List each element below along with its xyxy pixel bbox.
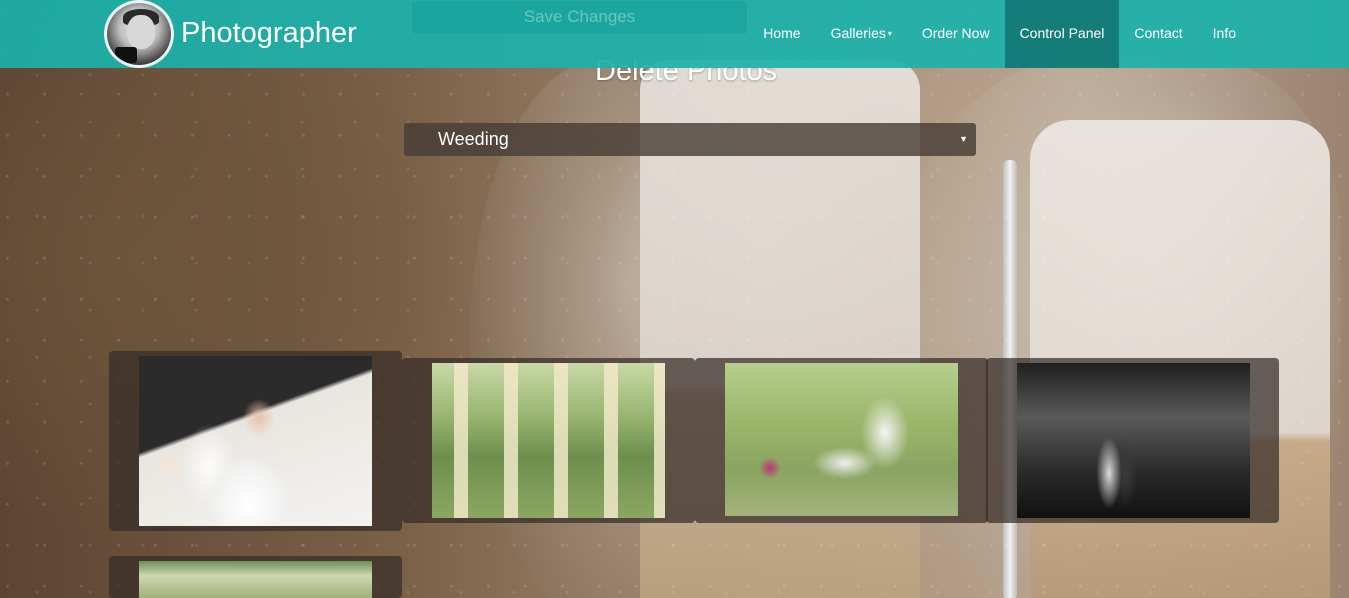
nav-item-galleries[interactable]: Galleries ▾	[816, 0, 907, 68]
nav-item-contact[interactable]: Contact	[1119, 0, 1197, 68]
photo-card[interactable]	[109, 556, 402, 598]
nav-item-home[interactable]: Home	[748, 0, 815, 68]
avatar[interactable]	[104, 0, 174, 68]
wedding-photo[interactable]	[139, 561, 372, 598]
gallery-select[interactable]: Weeding ▼	[404, 123, 976, 156]
nav-item-control-panel[interactable]: Control Panel	[1004, 0, 1120, 68]
caret-down-icon: ▾	[887, 29, 892, 39]
photo-card[interactable]	[109, 351, 402, 531]
photo-card[interactable]	[402, 358, 695, 523]
camera-icon	[115, 47, 137, 63]
main-nav: Home Galleries ▾ Order Now Control Panel …	[748, 0, 1251, 68]
photo-card[interactable]	[986, 358, 1279, 523]
nav-item-order-now[interactable]: Order Now	[907, 0, 1005, 68]
wedding-photo[interactable]	[725, 363, 958, 516]
wedding-photo[interactable]	[432, 363, 665, 518]
brand-title[interactable]: Photographer	[181, 17, 357, 50]
dropdown-arrow-icon: ▼	[959, 134, 968, 144]
gallery-select-value: Weeding	[438, 129, 509, 149]
navbar: Photographer Save Changes Home Galleries…	[0, 0, 1349, 68]
wedding-photo[interactable]	[139, 356, 372, 526]
photo-card[interactable]	[695, 358, 988, 523]
save-changes-button[interactable]: Save Changes	[411, 0, 748, 35]
wedding-photo[interactable]	[1017, 363, 1250, 518]
nav-item-info[interactable]: Info	[1198, 0, 1251, 68]
